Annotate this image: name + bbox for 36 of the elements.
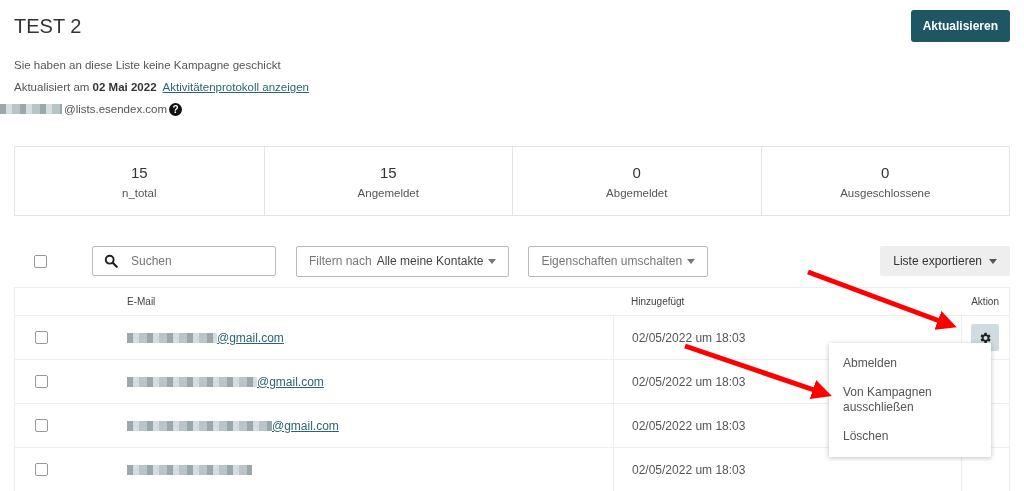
- caret-icon: [488, 258, 497, 264]
- row-checkbox[interactable]: [35, 375, 48, 388]
- redacted-blur: [0, 104, 62, 114]
- search-field[interactable]: Suchen: [92, 246, 276, 276]
- row-checkbox[interactable]: [35, 419, 48, 432]
- export-dropdown[interactable]: Liste exportieren: [880, 246, 1010, 276]
- column-header: E-Mail: [126, 295, 157, 309]
- search-icon: [104, 254, 118, 268]
- list-address: @lists.esendex.com: [64, 103, 168, 115]
- stat-label: Angemeldet: [357, 186, 419, 199]
- stat-label: Abgemeldet: [606, 186, 668, 199]
- column-header: Aktion: [970, 295, 1000, 309]
- stat-value: 15: [379, 163, 397, 181]
- help-icon[interactable]: ?: [169, 102, 183, 116]
- stat-label: Ausgeschlossene: [840, 186, 931, 199]
- updated-label: Aktualisiert am 02 Mai 2022: [14, 81, 157, 93]
- column-header: Hinzugefügt: [630, 295, 686, 309]
- stat-value: 15: [130, 163, 148, 181]
- stat-value: 0: [632, 163, 641, 181]
- email-link[interactable]: @gmail.com: [217, 330, 284, 345]
- stat-value: 0: [881, 163, 890, 181]
- caret-icon: [989, 258, 997, 264]
- activity-log-link[interactable]: Aktivitätenprotokoll anzeigen: [162, 81, 309, 93]
- filter-dropdown[interactable]: Filtern nach Alle meine Kontakte: [296, 245, 510, 277]
- page-title: TEST 2: [14, 14, 82, 38]
- properties-dropdown[interactable]: Eigenschaften umschalten: [528, 245, 709, 277]
- campaign-note: Sie haben an diese Liste keine Kampagne geschickt: [14, 58, 282, 73]
- email-link[interactable]: @gmail.com: [257, 374, 324, 389]
- refresh-button[interactable]: Aktualisieren: [910, 10, 1010, 42]
- stat-label: n_total: [122, 186, 157, 199]
- row-checkbox[interactable]: [35, 463, 48, 476]
- settings-icon: [978, 330, 992, 345]
- row-checkbox[interactable]: [35, 331, 48, 344]
- email-link[interactable]: @gmail.com: [272, 418, 339, 433]
- select-all-checkbox[interactable]: [34, 254, 47, 268]
- caret-icon: [687, 258, 696, 264]
